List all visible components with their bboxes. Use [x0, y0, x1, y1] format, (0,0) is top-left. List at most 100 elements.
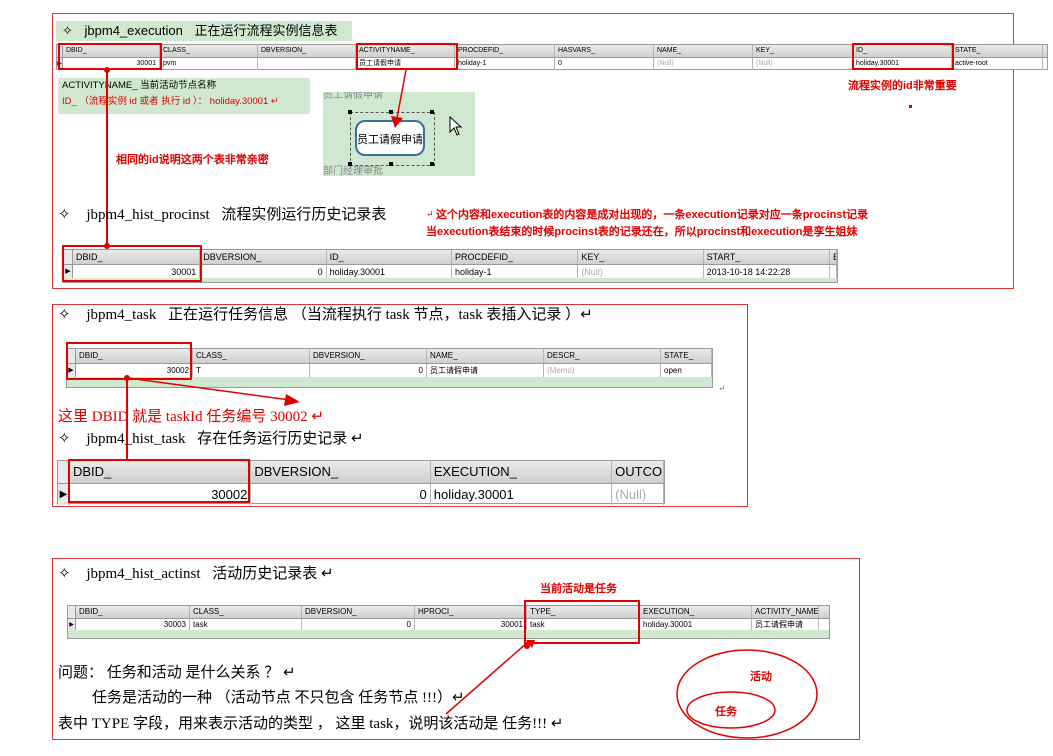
column-header[interactable]: STATE_	[661, 349, 712, 363]
red-dot	[909, 105, 912, 108]
column-header[interactable]: NAME_	[654, 45, 753, 57]
column-header[interactable]: PROCDEFID_	[452, 250, 579, 264]
column-header[interactable]: CLASS_	[160, 45, 258, 57]
column-header[interactable]: DBVERSION_	[200, 250, 327, 264]
cell-dbversion[interactable]: 0	[310, 364, 427, 378]
node-top-label: 员工请假申请	[323, 92, 383, 101]
connector-dot	[104, 67, 110, 73]
column-header[interactable]: STATE_	[952, 45, 1043, 57]
hist-task-table-name: jbpm4_hist_task	[86, 431, 186, 447]
actinst-heading: ✧ jbpm4_hist_actinst 活动历史记录表 ↵	[58, 564, 334, 584]
activity-label: 活动	[750, 671, 772, 683]
type-arrow	[445, 640, 536, 715]
cell-state[interactable]: active-root	[952, 58, 1043, 70]
current-activity-note: 当前活动是任务	[540, 583, 617, 595]
cell-procdefid[interactable]: holiday-1	[455, 58, 555, 70]
hist-task-dbid-highlight	[68, 459, 250, 503]
task-table-desc: 正在运行任务信息 （当流程执行 task 节点，task 表插入记录 ）↵	[168, 307, 593, 323]
dbid-highlight	[58, 43, 162, 70]
procinst-table-name: jbpm4_hist_procinst	[86, 207, 210, 223]
handle	[389, 162, 393, 166]
diamond-icon: ✧	[58, 207, 71, 223]
actinst-grid: DBID_ CLASS_ DBVERSION_ HPROCI_ TYPE_ EX…	[67, 605, 830, 639]
note-id: ID_ （流程实例 id 或者 执行 id ）： holiday.30001 ↵	[62, 96, 279, 107]
question-line-1: 问题： 任务和活动 是什么关系 ？ ↵	[58, 665, 296, 681]
handle	[430, 110, 434, 114]
note-title: ACTIVITYNAME_ 当前活动节点名称	[62, 80, 217, 91]
column-header[interactable]: CLASS_	[190, 606, 302, 618]
cell-dbversion[interactable]: 0	[200, 265, 327, 279]
cell-end[interactable]	[830, 265, 837, 279]
cell-procdefid[interactable]: holiday-1	[452, 265, 579, 279]
id-important-label: 流程实例的id非常重要	[848, 80, 957, 92]
activity-node-label: 员工请假申请	[357, 134, 423, 146]
cell-start[interactable]: 2013-10-18 14:22:28	[704, 265, 830, 279]
actinst-table-desc: 活动历史记录表 ↵	[212, 566, 334, 582]
cell-outcome[interactable]: (Null)	[612, 484, 664, 505]
column-header[interactable]: NAME_	[427, 349, 544, 363]
actinst-table-name: jbpm4_hist_actinst	[86, 566, 201, 582]
column-header[interactable]: EXECUTION_	[640, 606, 752, 618]
column-header[interactable]: DBVERSION_	[302, 606, 415, 618]
column-header[interactable]: KEY_	[578, 250, 704, 264]
cell-key[interactable]: (Null)	[578, 265, 704, 279]
column-header[interactable]: E	[830, 250, 837, 264]
column-header[interactable]: DBVERSION_	[251, 461, 431, 483]
hist-task-table-desc: 存在任务运行历史记录 ↵	[197, 431, 364, 447]
cell-hasvars[interactable]: 0	[555, 58, 654, 70]
column-header[interactable]: OUTCOM	[612, 461, 664, 483]
cell-dbversion[interactable]	[258, 58, 356, 70]
activityname-note: ACTIVITYNAME_ 当前活动节点名称 ID_ （流程实例 id 或者 执…	[58, 78, 310, 114]
id-highlight	[852, 43, 954, 70]
task-label: 任务	[715, 706, 737, 718]
column-header[interactable]: CLASS_	[193, 349, 310, 363]
procinst-remark-1: 这个内容和execution表的内容是成对出现的，一条execution记录对应…	[436, 209, 869, 221]
column-header[interactable]: EXECUTION_	[431, 461, 613, 483]
activity-task-diagram	[676, 649, 818, 739]
cell-name[interactable]: 员工请假申请	[427, 364, 544, 378]
column-header[interactable]: START_	[704, 250, 830, 264]
column-header[interactable]: ACTIVITY_NAME_	[752, 606, 819, 618]
question-line-3: 表中 TYPE 字段，用来表示活动的类型 ， 这里 task，说明该活动是 任务…	[58, 716, 564, 732]
cell-id[interactable]: holiday.30001	[327, 265, 452, 279]
diamond-icon: ✧	[62, 23, 73, 38]
execution-table-desc: 正在运行流程实例信息表	[194, 23, 338, 38]
column-header[interactable]: HASVARS_	[555, 45, 654, 57]
question-line-2: 任务是活动的一种 （活动节点 不只包含 任务节点 !!!）↵	[92, 690, 465, 706]
column-header[interactable]: DBID_	[76, 606, 190, 618]
activityname-arrow	[391, 69, 407, 128]
column-header[interactable]: DBVERSION_	[310, 349, 427, 363]
cell-dbversion[interactable]: 0	[251, 484, 431, 505]
cursor-icon	[449, 116, 463, 136]
cell-execution[interactable]: holiday.30001	[431, 484, 613, 505]
cell-class[interactable]: pvm	[160, 58, 258, 70]
handle	[430, 162, 434, 166]
cell-name[interactable]: (Null)	[654, 58, 753, 70]
procinst-dbid-highlight	[62, 245, 202, 282]
execution-table-name: jbpm4_execution	[84, 23, 183, 38]
column-header[interactable]: HPROCI_	[415, 606, 527, 618]
return-mark: ↵	[718, 384, 726, 394]
column-header[interactable]: DESCR_	[544, 349, 661, 363]
column-header[interactable]: DBVERSION_	[258, 45, 356, 57]
cell-state[interactable]: open	[661, 364, 712, 378]
procinst-heading: ✧ jbpm4_hist_procinst 流程实例运行历史记录表	[58, 205, 386, 225]
procinst-table-desc: 流程实例运行历史记录表	[221, 207, 387, 223]
column-header[interactable]: ID_	[327, 250, 452, 264]
hist-task-heading: ✧ jbpm4_hist_task 存在任务运行历史记录 ↵	[58, 429, 364, 449]
execution-heading: ✧ jbpm4_execution 正在运行流程实例信息表	[56, 21, 352, 41]
dbid-note: 这里 DBID 就是 taskId 任务编号 30002 ↵	[58, 409, 324, 425]
cell-descr[interactable]: (Memo)	[544, 364, 661, 378]
type-highlight	[524, 600, 640, 644]
connector-dot	[524, 643, 530, 649]
cell-key[interactable]: (Null)	[753, 58, 853, 70]
procinst-remark-2: 当execution表结束的时候procinst表的记录还在，所以procins…	[426, 226, 858, 238]
activityname-highlight	[356, 43, 458, 70]
handle	[348, 110, 352, 114]
node-bottom-label: 部门经理审批	[323, 166, 383, 176]
diamond-icon: ✧	[58, 307, 71, 323]
diamond-icon: ✧	[58, 431, 71, 447]
diamond-icon: ✧	[58, 566, 71, 582]
column-header[interactable]: PROCDEFID_	[455, 45, 555, 57]
column-header[interactable]: KEY_	[753, 45, 853, 57]
